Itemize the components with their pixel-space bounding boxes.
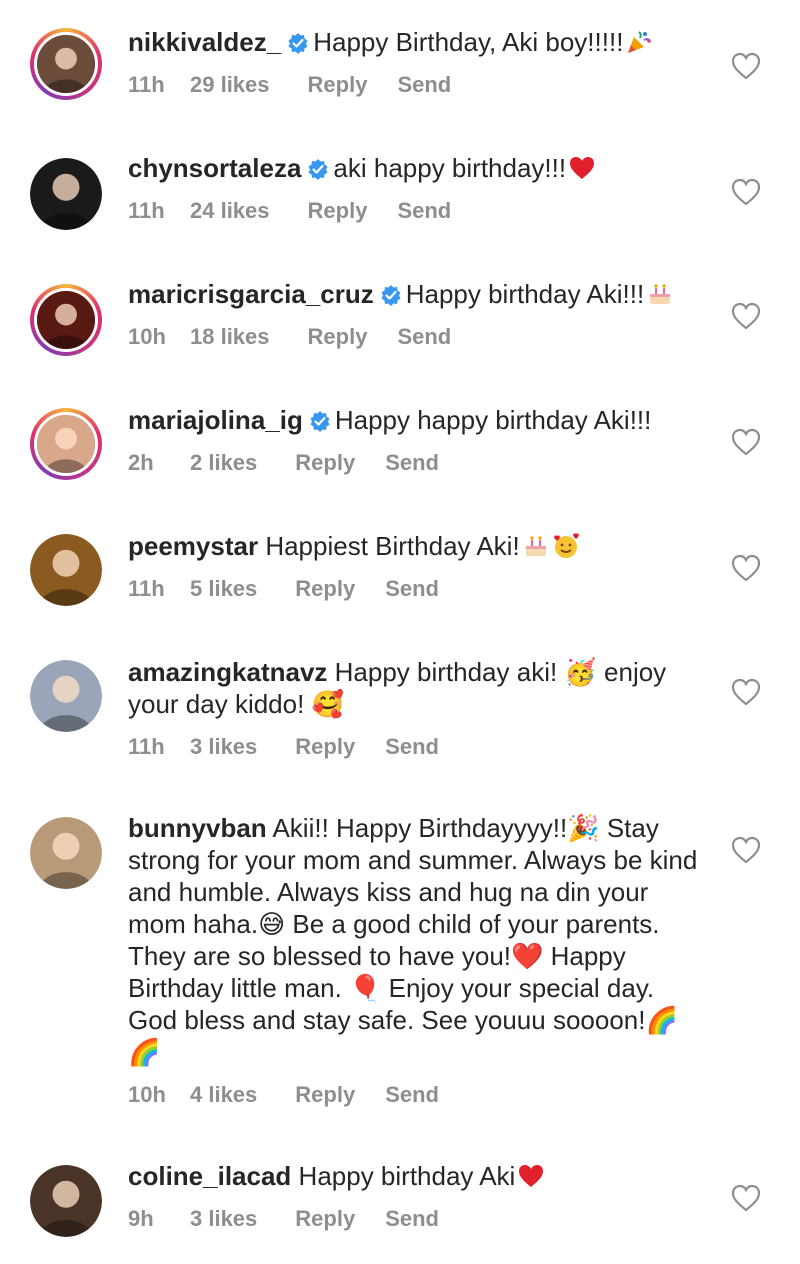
username-link[interactable]: chynsortaleza (128, 153, 301, 183)
username-link[interactable]: maricrisgarcia_cruz (128, 279, 374, 309)
username-link[interactable]: bunnyvban (128, 813, 267, 843)
comment-text: coline_ilacad Happy birthday Aki (128, 1160, 708, 1192)
avatar[interactable] (30, 1165, 102, 1237)
birthday-cake-icon (522, 532, 550, 560)
comment-text: nikkivaldez_ Happy Birthday, Aki boy!!!!! (128, 26, 708, 58)
comment-body: bunnyvban Akii!! Happy Birthdayyyy!!🎉 St… (128, 812, 708, 1110)
likes-count[interactable]: 18 likes (190, 324, 270, 350)
avatar[interactable] (30, 408, 102, 480)
timestamp: 2h (128, 450, 154, 475)
comment-body: maricrisgarcia_cruz Happy birthday Aki!!!… (128, 278, 708, 352)
username-link[interactable]: peemystar (128, 531, 258, 561)
comment-message: Happy happy birthday Aki!!! (334, 405, 652, 435)
avatar[interactable] (30, 158, 102, 230)
timestamp: 11h (128, 72, 165, 97)
comment-meta: 2h 2 likes Reply Send (128, 450, 708, 478)
likes-count[interactable]: 4 likes (190, 1082, 257, 1108)
red-heart-icon (568, 154, 596, 182)
comment-meta: 11h 29 likes Reply Send (128, 72, 708, 100)
comment-text: mariajolina_ig Happy happy birthday Aki!!… (128, 404, 708, 436)
comment-meta: 10h 4 likes Reply Send (128, 1082, 708, 1110)
comment-text: maricrisgarcia_cruz Happy birthday Aki!!! (128, 278, 708, 310)
like-heart-icon[interactable] (728, 674, 764, 710)
reply-button[interactable]: Reply (295, 1082, 355, 1108)
birthday-cake-icon (646, 280, 674, 308)
likes-count[interactable]: 29 likes (190, 72, 270, 98)
comment-body: nikkivaldez_ Happy Birthday, Aki boy!!!!!… (128, 26, 708, 100)
send-button[interactable]: Send (385, 734, 439, 760)
comment-meta: 11h 3 likes Reply Send (128, 734, 708, 762)
reply-button[interactable]: Reply (308, 72, 368, 98)
comments-list: nikkivaldez_ Happy Birthday, Aki boy!!!!!… (0, 0, 800, 1264)
send-button[interactable]: Send (397, 198, 451, 224)
comment-message: Happiest Birthday Aki! (265, 531, 520, 561)
comment-message: aki happy birthday!!! (333, 153, 567, 183)
username-link[interactable]: mariajolina_ig (128, 405, 303, 435)
comment-text: peemystar Happiest Birthday Aki! (128, 530, 708, 562)
timestamp: 10h (128, 1082, 166, 1107)
comment-message: Happy birthday Aki!!! (405, 279, 645, 309)
verified-badge-icon (287, 32, 309, 54)
red-heart-icon (517, 1162, 545, 1190)
reply-button[interactable]: Reply (295, 450, 355, 476)
likes-count[interactable]: 2 likes (190, 450, 257, 476)
comment-text: amazingkatnavz Happy birthday aki! 🥳 enj… (128, 656, 708, 720)
verified-badge-icon (307, 158, 329, 180)
avatar[interactable] (30, 660, 102, 732)
like-heart-icon[interactable] (728, 298, 764, 334)
send-button[interactable]: Send (385, 576, 439, 602)
timestamp: 11h (128, 734, 165, 759)
comment-meta: 9h 3 likes Reply Send (128, 1206, 708, 1234)
verified-badge-icon (309, 410, 331, 432)
username-link[interactable]: coline_ilacad (128, 1161, 291, 1191)
send-button[interactable]: Send (385, 1206, 439, 1232)
comment-message: Happy Birthday, Aki boy!!!!! (313, 27, 624, 57)
comment-message: Akii!! Happy Birthdayyyy!!🎉 Stay strong … (128, 813, 698, 1067)
comment-meta: 11h 5 likes Reply Send (128, 576, 708, 604)
like-heart-icon[interactable] (728, 424, 764, 460)
like-heart-icon[interactable] (728, 1180, 764, 1216)
username-link[interactable]: nikkivaldez_ (128, 27, 281, 57)
comment-body: mariajolina_ig Happy happy birthday Aki!!… (128, 404, 708, 478)
send-button[interactable]: Send (385, 1082, 439, 1108)
comment-meta: 11h 24 likes Reply Send (128, 198, 708, 226)
comment-text: chynsortaleza aki happy birthday!!! (128, 152, 708, 184)
like-heart-icon[interactable] (728, 48, 764, 84)
avatar[interactable] (30, 817, 102, 889)
like-heart-icon[interactable] (728, 832, 764, 868)
smiling-face-with-hearts-icon (552, 532, 580, 560)
comment-body: coline_ilacad Happy birthday Aki 9h 3 like… (128, 1160, 708, 1234)
avatar[interactable] (30, 284, 102, 356)
like-heart-icon[interactable] (728, 550, 764, 586)
send-button[interactable]: Send (397, 72, 451, 98)
likes-count[interactable]: 5 likes (190, 576, 257, 602)
send-button[interactable]: Send (397, 324, 451, 350)
comment-text: bunnyvban Akii!! Happy Birthdayyyy!!🎉 St… (128, 812, 708, 1068)
username-link[interactable]: amazingkatnavz (128, 657, 327, 687)
send-button[interactable]: Send (385, 450, 439, 476)
likes-count[interactable]: 3 likes (190, 734, 257, 760)
comment-body: amazingkatnavz Happy birthday aki! 🥳 enj… (128, 656, 708, 762)
likes-count[interactable]: 24 likes (190, 198, 270, 224)
comment-message: Happy birthday Aki (298, 1161, 516, 1191)
comment-body: peemystar Happiest Birthday Aki! 11h 5 lik… (128, 530, 708, 604)
verified-badge-icon (380, 284, 402, 306)
comment-meta: 10h 18 likes Reply Send (128, 324, 708, 352)
likes-count[interactable]: 3 likes (190, 1206, 257, 1232)
avatar[interactable] (30, 28, 102, 100)
timestamp: 9h (128, 1206, 154, 1231)
comment-body: chynsortaleza aki happy birthday!!! 11h 24 … (128, 152, 708, 226)
timestamp: 11h (128, 198, 165, 223)
reply-button[interactable]: Reply (308, 324, 368, 350)
reply-button[interactable]: Reply (295, 576, 355, 602)
reply-button[interactable]: Reply (295, 734, 355, 760)
reply-button[interactable]: Reply (308, 198, 368, 224)
like-heart-icon[interactable] (728, 174, 764, 210)
avatar[interactable] (30, 534, 102, 606)
timestamp: 11h (128, 576, 165, 601)
timestamp: 10h (128, 324, 166, 349)
party-popper-icon (625, 28, 653, 56)
reply-button[interactable]: Reply (295, 1206, 355, 1232)
